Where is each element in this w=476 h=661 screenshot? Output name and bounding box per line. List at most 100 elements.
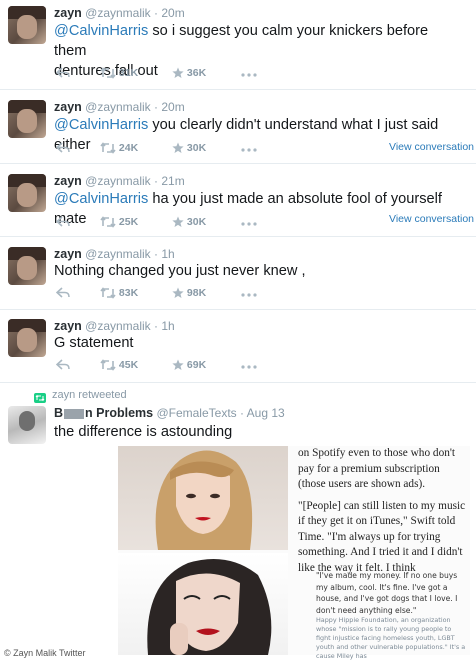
tweet-time[interactable]: · 20m [154, 100, 185, 114]
mention-link[interactable]: @CalvinHarris [54, 191, 148, 207]
view-conversation-link[interactable]: View conversation [389, 141, 474, 153]
censor-bar [64, 408, 85, 419]
favorite-icon [172, 216, 184, 228]
photo-woman-blonde [118, 446, 288, 550]
favorite-count: 30K [186, 216, 207, 228]
tweet: zayn @zaynmalik · 20m @CalvinHarris so i… [0, 0, 476, 86]
retweeted-label[interactable]: zayn retweeted [52, 389, 127, 401]
user-name[interactable]: Bn Problems [54, 406, 153, 420]
mention-link[interactable]: @CalvinHarris [54, 117, 148, 133]
favorite-button[interactable]: 69K [172, 359, 206, 371]
user-name[interactable]: zayn [54, 6, 82, 20]
article-paragraph: on Spotify even to those who don't pay f… [298, 447, 456, 490]
favorite-button[interactable]: 30K [172, 216, 206, 228]
retweet-count: 45K [118, 359, 139, 371]
retweet-button[interactable]: 25K [100, 216, 138, 228]
retweet-button[interactable]: 45K [100, 359, 138, 371]
favorite-button[interactable]: 36K [172, 67, 206, 79]
more-icon[interactable] [240, 69, 258, 81]
tweet-header: Bn Problems @FemaleTexts · Aug 13 [54, 406, 285, 420]
user-handle[interactable]: @zaynmalik [85, 6, 151, 20]
more-icon[interactable] [240, 361, 258, 373]
article-footnote: Happy Hippie Foundation, an organization… [316, 616, 466, 660]
user-handle[interactable]: @zaynmalik [85, 247, 151, 261]
tweet: zayn @zaynmalik · 1h G statement 45K 69K [0, 315, 476, 381]
favorite-icon [172, 287, 184, 299]
favorite-count: 36K [186, 67, 207, 79]
article-quote: "I've made my money. If no one buys my a… [316, 571, 458, 615]
tweet-text: Nothing changed you just never knew , [54, 261, 464, 281]
retweet-count: 83K [118, 287, 139, 299]
view-conversation-link[interactable]: View conversation [389, 213, 474, 225]
avatar[interactable] [8, 247, 46, 285]
tweet-text-line: G statement [54, 335, 134, 351]
retweet-button[interactable]: 31K [100, 67, 138, 79]
mention-link[interactable]: @CalvinHarris [54, 23, 148, 39]
divider [0, 382, 476, 383]
user-handle[interactable]: @zaynmalik [85, 100, 151, 114]
avatar[interactable] [8, 100, 46, 138]
tweet-header: zayn @zaynmalik · 20m [54, 100, 185, 114]
tweet-header: zayn @zaynmalik · 1h [54, 247, 175, 261]
favorite-button[interactable]: 30K [172, 142, 206, 154]
article-paragraph: "[People] can still listen to my music i… [298, 499, 466, 574]
reply-icon[interactable] [55, 142, 70, 154]
user-name[interactable]: zayn [54, 319, 82, 333]
user-handle[interactable]: @zaynmalik [85, 174, 151, 188]
tweet: zayn @zaynmalik · 20m @CalvinHarris you … [0, 96, 476, 162]
retweet-icon [100, 67, 116, 79]
tweet: zayn @zaynmalik · 1h Nothing changed you… [0, 243, 476, 309]
tweet-text: G statement [54, 333, 464, 353]
favorite-count: 69K [186, 359, 207, 371]
user-handle[interactable]: @zaynmalik [85, 319, 151, 333]
user-name[interactable]: zayn [54, 100, 82, 114]
article-text: on Spotify even to those who don't pay f… [298, 446, 470, 582]
reply-icon[interactable] [55, 287, 70, 299]
reply-icon[interactable] [55, 67, 70, 79]
retweet-button[interactable]: 24K [100, 142, 138, 154]
tweet-time[interactable]: · 21m [154, 174, 185, 188]
avatar[interactable] [8, 319, 46, 357]
avatar[interactable] [8, 406, 46, 444]
user-name[interactable]: zayn [54, 174, 82, 188]
reply-icon[interactable] [55, 359, 70, 371]
retweet-button[interactable]: 83K [100, 287, 138, 299]
tweet-time[interactable]: · 1h [154, 319, 175, 333]
tweet-time[interactable]: · 20m [154, 6, 185, 20]
tweet-time[interactable]: · 1h [154, 247, 175, 261]
tweet-text: the difference is astounding [54, 424, 233, 440]
divider [0, 309, 476, 310]
divider [0, 236, 476, 237]
user-handle[interactable]: @FemaleTexts [156, 406, 236, 420]
user-name-prefix: B [54, 406, 64, 420]
tweet-header: zayn @zaynmalik · 20m [54, 6, 185, 20]
tweet-text-line: Nothing changed you just never knew , [54, 263, 306, 279]
favorite-button[interactable]: 98K [172, 287, 206, 299]
retweet-icon [100, 142, 116, 154]
photo-woman-dark [118, 553, 288, 655]
retweet-icon [100, 287, 116, 299]
user-name[interactable]: zayn [54, 247, 82, 261]
favorite-icon [172, 67, 184, 79]
reply-icon[interactable] [55, 216, 70, 228]
avatar[interactable] [8, 174, 46, 212]
watermark: © Zayn Malik Twitter [4, 648, 86, 658]
user-name-suffix: n Problems [85, 406, 154, 420]
tweet-time[interactable]: · Aug 13 [240, 406, 285, 420]
tweet-header: zayn @zaynmalik · 21m [54, 174, 185, 188]
retweet-count: 31K [118, 67, 139, 79]
more-icon[interactable] [240, 144, 258, 156]
retweet-count: 25K [118, 216, 139, 228]
tweet-header: zayn @zaynmalik · 1h [54, 319, 175, 333]
avatar[interactable] [8, 6, 46, 44]
more-icon[interactable] [240, 218, 258, 230]
more-icon[interactable] [240, 289, 258, 301]
favorite-count: 98K [186, 287, 207, 299]
favorite-icon [172, 359, 184, 371]
favorite-icon [172, 142, 184, 154]
divider [0, 163, 476, 164]
retweet-icon [100, 359, 116, 371]
tweet: zayn @zaynmalik · 21m @CalvinHarris ha y… [0, 170, 476, 236]
divider [0, 89, 476, 90]
favorite-count: 30K [186, 142, 207, 154]
